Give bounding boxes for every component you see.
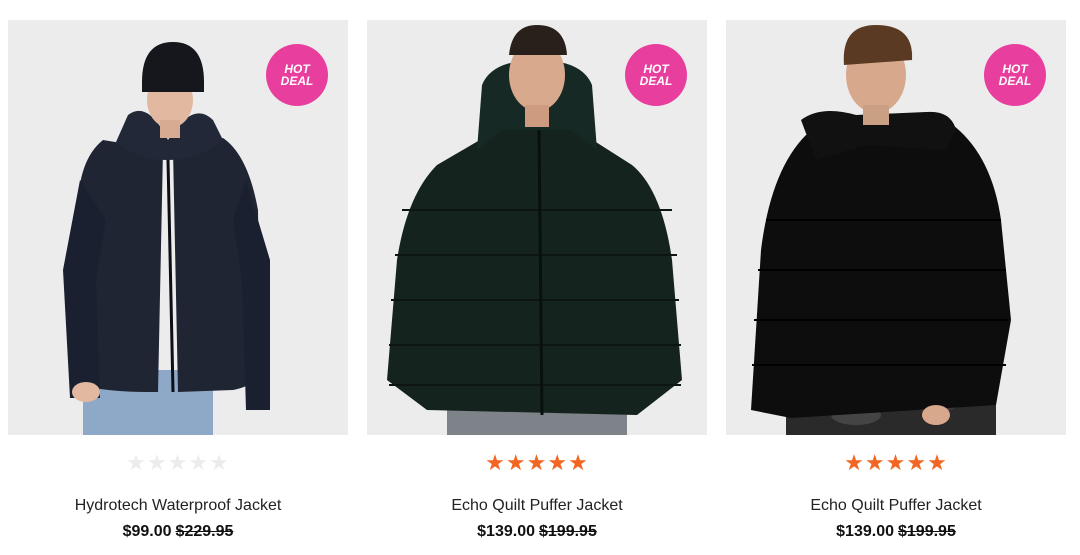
original-price: $199.95 bbox=[898, 523, 956, 540]
star-icon: ★ bbox=[167, 450, 189, 475]
product-image[interactable]: HOT DEAL bbox=[367, 20, 707, 435]
product-price: $139.00 $199.95 bbox=[726, 522, 1066, 542]
star-icon: ★ bbox=[526, 450, 548, 475]
badge-line-2: DEAL bbox=[280, 74, 314, 88]
hot-deal-badge: HOT DEAL bbox=[984, 44, 1046, 106]
star-icon: ★ bbox=[209, 450, 230, 475]
star-icon: ★ bbox=[864, 450, 886, 475]
sale-price: $139.00 bbox=[836, 523, 894, 540]
product-price: $139.00 $199.95 bbox=[367, 522, 707, 542]
badge-line-2: DEAL bbox=[998, 74, 1032, 88]
hot-deal-badge: HOT DEAL bbox=[625, 44, 687, 106]
star-icon: ★ bbox=[927, 450, 948, 475]
product-price: $99.00 $229.95 bbox=[8, 522, 348, 542]
star-icon: ★ bbox=[547, 450, 569, 475]
product-image[interactable]: HOT DEAL bbox=[726, 20, 1066, 435]
original-price: $229.95 bbox=[175, 523, 234, 540]
rating-stars: ★★★★★ bbox=[367, 452, 707, 474]
sale-price: $139.00 bbox=[477, 523, 535, 540]
star-icon: ★ bbox=[126, 450, 147, 475]
hot-deal-badge: HOT DEAL bbox=[266, 44, 328, 106]
star-icon: ★ bbox=[188, 450, 210, 475]
star-icon: ★ bbox=[885, 450, 907, 475]
product-card[interactable]: HOT DEAL ★★★★★ Echo Quilt Puffer Jacket … bbox=[726, 20, 1066, 555]
star-icon: ★ bbox=[146, 450, 168, 475]
star-icon: ★ bbox=[485, 450, 506, 475]
original-price: $199.95 bbox=[539, 523, 597, 540]
star-icon: ★ bbox=[568, 450, 589, 475]
star-icon: ★ bbox=[505, 450, 527, 475]
product-card[interactable]: HOT DEAL ★★★★★ Echo Quilt Puffer Jacket … bbox=[367, 20, 707, 555]
sale-price: $99.00 bbox=[122, 523, 172, 540]
rating-stars: ★★★★★ bbox=[8, 452, 348, 474]
badge-line-2: DEAL bbox=[639, 74, 673, 88]
star-icon: ★ bbox=[844, 450, 865, 475]
product-card[interactable]: HOT DEAL ★★★★★ Hydrotech Waterproof Jack… bbox=[8, 20, 348, 555]
star-icon: ★ bbox=[906, 450, 928, 475]
product-grid: HOT DEAL ★★★★★ Hydrotech Waterproof Jack… bbox=[8, 20, 1068, 555]
product-name[interactable]: Echo Quilt Puffer Jacket bbox=[726, 496, 1066, 516]
product-name[interactable]: Hydrotech Waterproof Jacket bbox=[8, 496, 348, 516]
product-name[interactable]: Echo Quilt Puffer Jacket bbox=[367, 496, 707, 516]
product-image[interactable]: HOT DEAL bbox=[8, 20, 348, 435]
rating-stars: ★★★★★ bbox=[726, 452, 1066, 474]
